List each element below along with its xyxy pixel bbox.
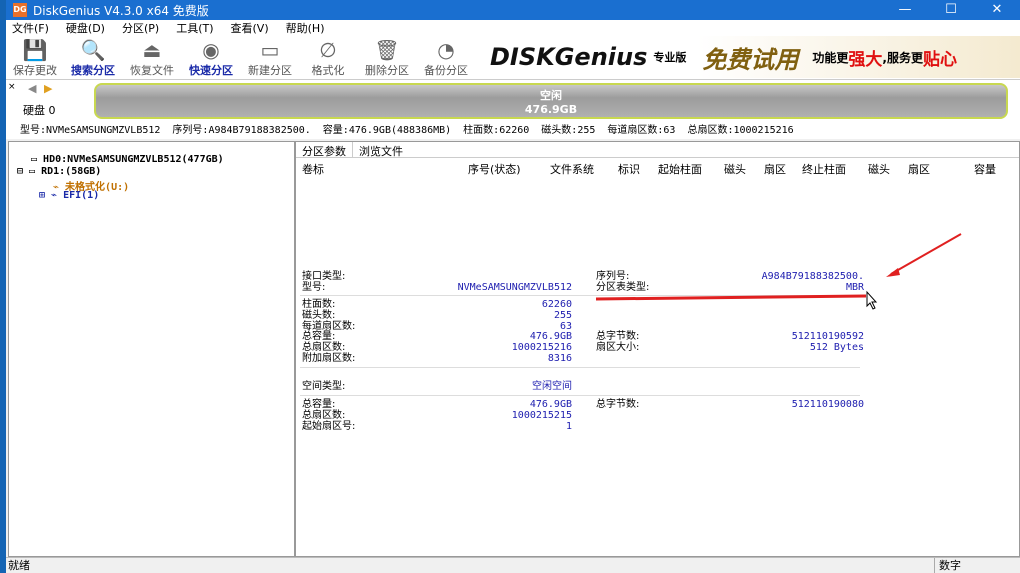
menu-bar: 文件(F) 硬盘(D) 分区(P) 工具(T) 查看(V) 帮助(H): [6, 20, 1020, 36]
annotation-arrow: [890, 233, 962, 275]
minimize-button[interactable]: —: [882, 0, 928, 20]
disk-label: 硬盘 0: [23, 104, 56, 117]
tree-label: EFI(1): [63, 190, 100, 201]
toolbar-button-0[interactable]: 💾 保存更改: [6, 38, 64, 78]
close-panel-icon[interactable]: ×: [8, 82, 16, 92]
disk-map: × ◀ ▶ 硬盘 0 空闲 476.9GB: [6, 80, 1020, 122]
toolbar-label: 恢复文件: [130, 64, 174, 77]
disk-info-field: 磁头数:255: [541, 125, 596, 136]
disk-info-field: 序列号:A984B79188382500.: [172, 125, 311, 136]
delete-icon: 🗑: [374, 38, 400, 62]
toolbar-button-6[interactable]: 🗑 删除分区: [358, 38, 416, 78]
tree-label: RD1:(58GB): [41, 166, 102, 177]
toolbar-label: 新建分区: [248, 64, 292, 77]
menu-item[interactable]: 文件(F): [12, 20, 49, 36]
disk-info-field: 型号:NVMeSAMSUNGMZVLB512: [20, 125, 161, 136]
format-icon: ∅: [319, 38, 337, 62]
window-title: DiskGenius V4.3.0 x64 免费版: [33, 3, 209, 18]
bar-size: 476.9GB: [524, 103, 578, 116]
status-text: 就绪: [8, 559, 30, 572]
backup-icon: ◔: [437, 38, 455, 62]
menu-item[interactable]: 分区(P): [122, 20, 159, 36]
title-bar: DG DiskGenius V4.3.0 x64 免费版 — ☐ ✕: [6, 0, 1020, 20]
disk-info-line: 型号:NVMeSAMSUNGMZVLB512 序列号:A984B791883825…: [6, 122, 1020, 139]
toolbar-label: 备份分区: [424, 64, 468, 77]
tree-item-efi[interactable]: ⊞ ⌁ EFI(1): [39, 190, 99, 201]
banner-slogan: 强大: [848, 49, 883, 70]
prev-disk-icon[interactable]: ◀: [28, 82, 36, 95]
toolbar-label: 删除分区: [365, 64, 409, 77]
disk-info-field: 柱面数:62260: [463, 125, 530, 136]
menu-item[interactable]: 工具(T): [176, 20, 213, 36]
banner-promo: 免费试用: [702, 45, 799, 74]
toolbar-button-2[interactable]: ⏏ 恢复文件: [123, 38, 181, 78]
disk-info-field: 总扇区数:1000215216: [687, 125, 794, 136]
menu-item[interactable]: 查看(V): [231, 20, 269, 36]
app-window: DG DiskGenius V4.3.0 x64 免费版 — ☐ ✕ 文件(F)…: [6, 0, 1020, 573]
toolbar-button-3[interactable]: ◉ 快速分区: [182, 38, 240, 78]
toolbar-button-1[interactable]: 🔍 搜索分区: [64, 38, 122, 78]
banner-edition: 专业版: [653, 51, 687, 64]
banner-slogan: 贴心: [922, 49, 957, 70]
search-icon: 🔍: [80, 38, 106, 62]
menu-item[interactable]: 帮助(H): [286, 20, 325, 36]
disk-info-field: 容量:476.9GB(488386MB): [322, 125, 452, 136]
banner-slogan: 功能更: [812, 50, 849, 65]
free-space-bar[interactable]: 空闲 476.9GB: [94, 83, 1008, 119]
mouse-cursor-icon: [866, 290, 878, 310]
brand-logo: DISKGenius: [490, 43, 648, 71]
save-icon: 💾: [22, 38, 48, 62]
toolbar-label: 快速分区: [189, 64, 233, 77]
banner-slogan: ,服务更: [882, 50, 923, 65]
annotation-arrowhead: [886, 268, 900, 277]
tree-item-rd1[interactable]: ⊟ ▭ RD1:(58GB): [17, 166, 101, 177]
tree-item-hd0[interactable]: ▭ HD0:NVMeSAMSUNGMZVLB512(477GB): [31, 154, 224, 165]
menu-item[interactable]: 硬盘(D): [66, 20, 105, 36]
partition-panel: 分区参数 浏览文件 卷标 序号(状态) 文件系统 标识 起始柱面 磁头 扇区 终止柱面 磁头 扇区容…: [295, 141, 1020, 557]
next-disk-icon[interactable]: ▶: [44, 82, 52, 95]
status-bar: 就绪 数字: [6, 557, 1020, 573]
toolbar: DISKGenius 专业版 免费试用 功能更 强大 ,服务更 贴心 💾 保存更改…: [6, 36, 1020, 80]
promo-banner[interactable]: DISKGenius 专业版 免费试用 功能更 强大 ,服务更 贴心: [482, 36, 1020, 78]
toolbar-label: 搜索分区: [71, 64, 115, 77]
recover-icon: ⏏: [142, 38, 162, 62]
disk-tree: ▭ HD0:NVMeSAMSUNGMZVLB512(477GB) ⊟ ▭ RD1…: [8, 141, 295, 557]
numlock-indicator: 数字: [934, 558, 961, 573]
quick-partition-icon: ◉: [202, 38, 220, 62]
bar-title: 空闲: [540, 89, 562, 102]
tree-label: HD0:NVMeSAMSUNGMZVLB512(477GB): [43, 154, 224, 165]
toolbar-label: 格式化: [311, 64, 345, 77]
close-button[interactable]: ✕: [974, 0, 1020, 20]
app-logo-icon: DG: [13, 3, 27, 17]
annotation-overlay: [595, 233, 962, 310]
maximize-button[interactable]: ☐: [928, 0, 974, 20]
disk-info-field: 每道扇区数:63: [607, 125, 676, 136]
toolbar-label: 保存更改: [13, 64, 57, 77]
annotation-underline: [595, 294, 867, 301]
toolbar-button-4[interactable]: ▭ 新建分区: [241, 38, 299, 78]
toolbar-button-7[interactable]: ◔ 备份分区: [417, 38, 475, 78]
new-partition-icon: ▭: [260, 38, 280, 62]
toolbar-button-5[interactable]: ∅ 格式化: [299, 38, 357, 78]
